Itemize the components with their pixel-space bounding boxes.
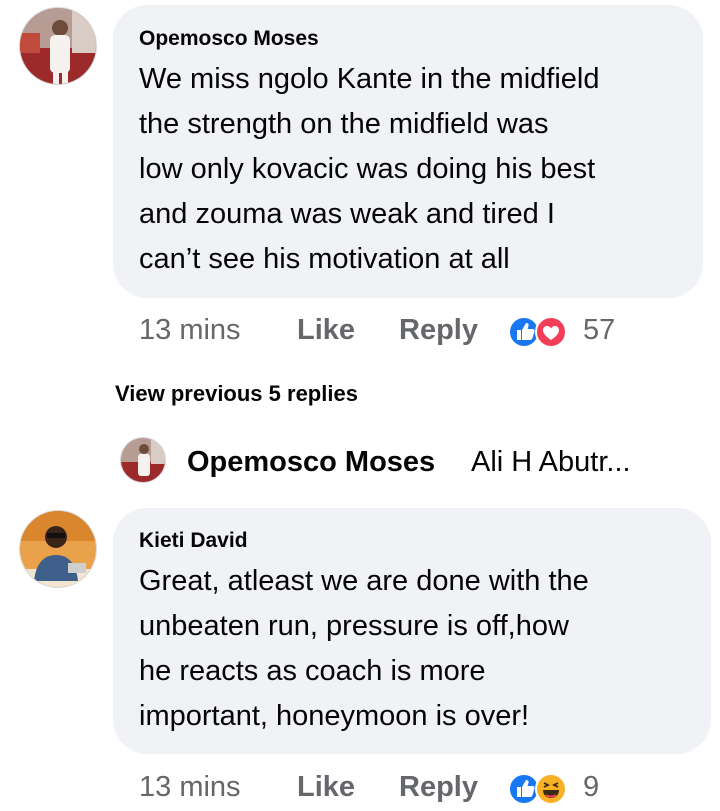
reaction-count[interactable]: 57: [583, 314, 615, 347]
view-previous-replies-link[interactable]: View previous 5 replies: [115, 381, 358, 407]
reply-preview-text[interactable]: Ali H Abutr...: [471, 446, 631, 479]
avatar[interactable]: [120, 437, 166, 483]
reaction-icons[interactable]: [507, 772, 571, 806]
comment-line: unbeaten run, pressure is off,how: [139, 610, 569, 642]
haha-icon: [535, 773, 567, 805]
like-button[interactable]: Like: [297, 314, 355, 347]
avatar-photo-icon: [20, 511, 96, 587]
avatar[interactable]: [19, 7, 97, 85]
avatar-photo-icon: [20, 8, 96, 84]
comment-author[interactable]: Kieti David: [139, 529, 248, 553]
comment-line: Great, atleast we are done with the: [139, 565, 589, 597]
comment-line: the strength on the midfield was: [139, 108, 549, 140]
comment-line: and zouma was weak and tired I: [139, 198, 555, 230]
comment-author[interactable]: Opemosco Moses: [139, 27, 319, 51]
like-icon: [508, 773, 540, 805]
reply-preview-author[interactable]: Opemosco Moses: [187, 446, 435, 479]
comment-line: he reacts as coach is more: [139, 655, 486, 687]
comment-timestamp[interactable]: 13 mins: [139, 314, 241, 347]
avatar[interactable]: [19, 510, 97, 588]
comment-line: low only kovacic was doing his best: [139, 153, 596, 185]
comment-line: We miss ngolo Kante in the midfield: [139, 63, 600, 95]
like-button[interactable]: Like: [297, 771, 355, 804]
reaction-count[interactable]: 9: [583, 771, 599, 804]
reply-button[interactable]: Reply: [399, 771, 478, 804]
avatar-photo-icon: [121, 438, 165, 482]
comment-timestamp[interactable]: 13 mins: [139, 771, 241, 804]
like-icon: [508, 316, 540, 348]
comment-line: can’t see his motivation at all: [139, 243, 510, 275]
reply-button[interactable]: Reply: [399, 314, 478, 347]
comment-line: important, honeymoon is over!: [139, 700, 530, 732]
reaction-icons[interactable]: [507, 315, 571, 349]
love-icon: [535, 316, 567, 348]
